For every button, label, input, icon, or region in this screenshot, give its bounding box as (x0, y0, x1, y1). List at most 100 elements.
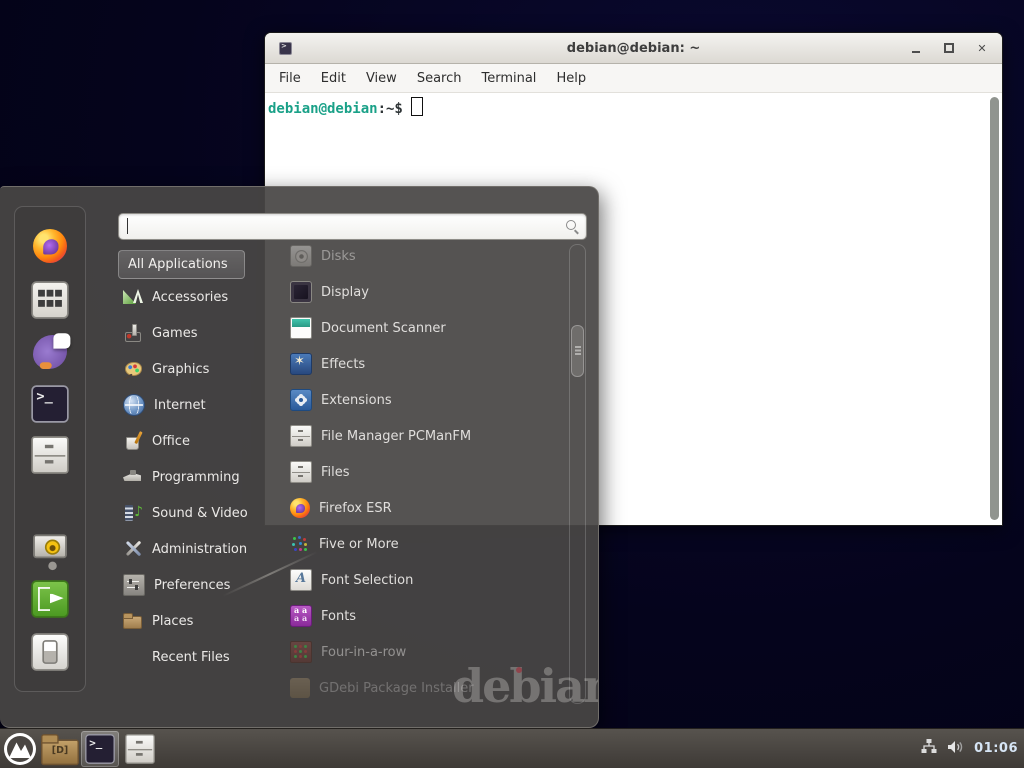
office-icon (123, 431, 143, 451)
tray-network[interactable] (922, 741, 940, 757)
internet-icon (123, 394, 145, 416)
category-accessories[interactable]: Accessories (118, 279, 264, 315)
app-label: Files (321, 465, 350, 480)
app-gdebi-package-installer[interactable]: GDebi Package Installer (264, 670, 564, 706)
category-graphics[interactable]: Graphics (118, 351, 264, 387)
system-tray: 01:06 (922, 741, 1024, 757)
log-out-icon (31, 580, 68, 617)
menu-scrollbar-thumb[interactable] (571, 325, 584, 377)
app-display[interactable]: Display (264, 274, 564, 310)
category-sound-video[interactable]: Sound & Video (118, 495, 264, 531)
file-cabinet-icon (125, 734, 155, 764)
terminal-scrollbar-thumb[interactable] (990, 97, 999, 520)
app-four-in-a-row[interactable]: Four-in-a-row (264, 634, 564, 670)
terminal-cursor (411, 97, 423, 116)
graphics-icon (123, 359, 143, 379)
menubar-terminal[interactable]: Terminal (471, 71, 546, 86)
shut-down-button[interactable] (30, 632, 70, 672)
category-office[interactable]: Office (118, 423, 264, 459)
taskbar-terminal-launcher[interactable] (81, 731, 119, 767)
application-list: Disks DisplayDocument Scanner Effects Exten… (264, 238, 564, 706)
font-selection-icon (290, 569, 312, 591)
taskbar-menu-button[interactable] (1, 731, 39, 767)
effects-icon (290, 353, 312, 375)
app-font-selection[interactable]: Font Selection (264, 562, 564, 598)
menubar-search[interactable]: Search (407, 71, 472, 86)
terminal-window-title: debian@debian: ~ (265, 41, 1002, 56)
category-preferences[interactable]: Preferences (118, 567, 264, 603)
app-label: Fonts (321, 609, 356, 624)
lock-screen-button[interactable] (30, 528, 70, 568)
taskbar-file-manager-launcher[interactable] (121, 731, 159, 767)
app-file-manager-pcmanfm[interactable]: File Manager PCManFM (264, 418, 564, 454)
terminal-scrollbar[interactable] (989, 96, 1000, 521)
menubar-help[interactable]: Help (546, 71, 596, 86)
taskbar-clock[interactable]: 01:06 (974, 741, 1018, 756)
filter-all-applications[interactable]: All Applications (118, 250, 245, 279)
terminal-menubar: FileEditViewSearchTerminalHelp (265, 64, 1002, 93)
menubar-file[interactable]: File (269, 71, 311, 86)
minimize-button[interactable] (906, 39, 926, 57)
games-icon (123, 323, 143, 343)
disks-icon (290, 245, 312, 267)
gdebi-icon (290, 678, 310, 698)
favorite-pidgin[interactable] (30, 332, 70, 372)
lock-screen-icon (33, 531, 67, 565)
search-box (118, 213, 587, 240)
category-label: Office (152, 434, 190, 449)
file-cabinet-icon (31, 436, 68, 473)
menubar-edit[interactable]: Edit (311, 71, 356, 86)
category-programming[interactable]: Programming (118, 459, 264, 495)
category-label: Preferences (154, 578, 230, 593)
terminal-titlebar[interactable]: debian@debian: ~ (265, 33, 1002, 64)
category-label: Sound & Video (152, 506, 248, 521)
app-label: Effects (321, 357, 365, 372)
category-internet[interactable]: Internet (118, 387, 264, 423)
taskbar: [D] 01:06 (0, 728, 1024, 768)
prompt-path: :~$ (378, 101, 403, 117)
tray-volume[interactable] (948, 741, 966, 757)
app-fonts[interactable]: Fonts (264, 598, 564, 634)
app-firefox-esr[interactable]: Firefox ESR (264, 490, 564, 526)
fonts-icon (290, 605, 312, 627)
menu-scrollbar[interactable] (569, 244, 586, 704)
search-input[interactable] (127, 216, 557, 235)
sound-video-icon (123, 503, 143, 523)
log-out-button[interactable] (30, 579, 70, 619)
app-effects[interactable]: Effects (264, 346, 564, 382)
app-extensions[interactable]: Extensions (264, 382, 564, 418)
taskbar-desktop-folder-launcher[interactable]: [D] (41, 731, 79, 767)
category-places[interactable]: Places (118, 603, 264, 639)
desktop-folder-icon: [D] (41, 732, 79, 764)
keyboard-icon (31, 281, 68, 318)
app-files[interactable]: Files (264, 454, 564, 490)
pidgin-icon (33, 335, 67, 369)
app-label: Disks (321, 249, 356, 264)
menubar-view[interactable]: View (356, 71, 407, 86)
category-administration[interactable]: Administration (118, 531, 264, 567)
category-label: Recent Files (152, 650, 230, 665)
category-games[interactable]: Games (118, 315, 264, 351)
document-scanner-icon (290, 317, 312, 339)
app-disks[interactable]: Disks (264, 238, 564, 274)
category-label: Administration (152, 542, 247, 557)
favorite-keyboard[interactable] (30, 280, 70, 320)
places-icon (123, 611, 143, 631)
maximize-button[interactable] (939, 39, 959, 57)
search-caret (127, 218, 128, 234)
spacer (123, 647, 143, 667)
close-button[interactable] (972, 39, 992, 57)
app-document-scanner[interactable]: Document Scanner (264, 310, 564, 346)
favorite-file-manager[interactable] (30, 435, 70, 475)
category-label: Programming (152, 470, 240, 485)
category-label: Internet (154, 398, 206, 413)
volume-icon (947, 739, 967, 759)
application-menu: debian All Applications AccessoriesGames… (0, 186, 599, 728)
app-five-or-more[interactable]: Five or More (264, 526, 564, 562)
category-recent-files[interactable]: Recent Files (118, 639, 264, 675)
favorite-firefox[interactable] (30, 226, 70, 266)
app-label: Firefox ESR (319, 501, 392, 516)
favorite-terminal[interactable] (30, 384, 70, 424)
extensions-icon (290, 389, 312, 411)
category-label: Games (152, 326, 197, 341)
